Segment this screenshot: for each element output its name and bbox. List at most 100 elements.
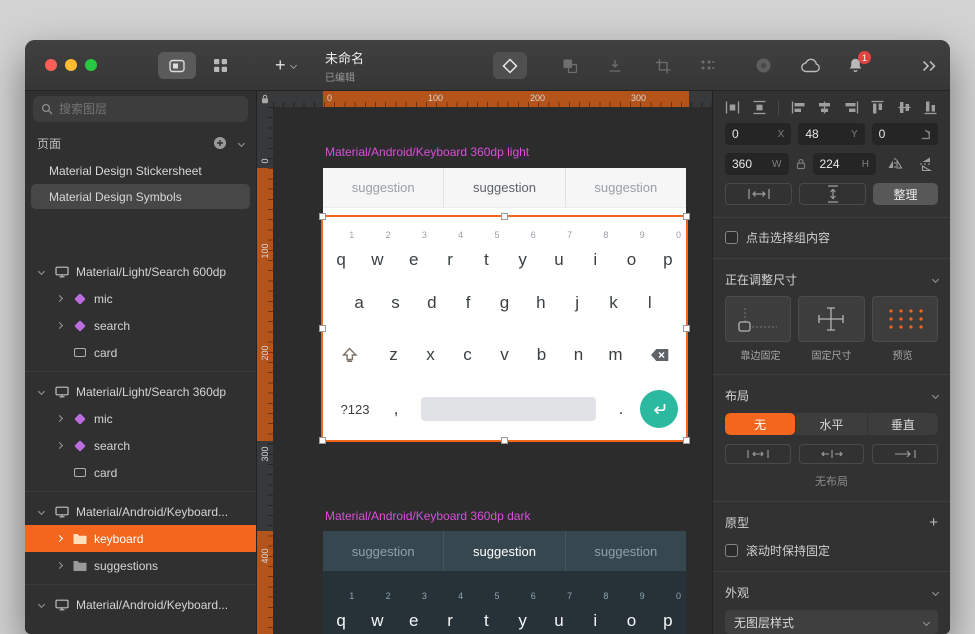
chevron-right-icon[interactable] xyxy=(55,415,62,422)
arrange-button[interactable]: 整理 xyxy=(873,183,938,205)
flip-horizontal-button[interactable] xyxy=(883,153,907,175)
resize-handle-n[interactable] xyxy=(501,213,508,220)
width-input[interactable]: 360W xyxy=(725,153,789,175)
resize-handle-se[interactable] xyxy=(683,437,690,444)
layer-row-artboard[interactable]: Material/Light/Search 360dp xyxy=(25,378,256,405)
chevron-down-icon[interactable] xyxy=(37,601,44,608)
pages-collapse-icon[interactable] xyxy=(238,139,245,146)
resize-handle-ne[interactable] xyxy=(683,213,690,220)
zoom-button[interactable] xyxy=(85,59,97,71)
layout-mode-vertical[interactable]: 垂直 xyxy=(867,413,938,435)
chevron-right-icon[interactable] xyxy=(55,295,62,302)
chevron-right-icon[interactable] xyxy=(55,535,62,542)
canvas-view-button[interactable] xyxy=(158,52,196,79)
spacing-outer-button[interactable] xyxy=(799,444,865,464)
layer-search[interactable] xyxy=(33,96,248,122)
search-input[interactable] xyxy=(59,102,240,116)
folder-icon xyxy=(73,533,87,544)
spacing-edge-button[interactable] xyxy=(872,444,938,464)
selection-rect[interactable] xyxy=(321,215,688,442)
layer-row-artboard[interactable]: Material/Android/Keyboard... xyxy=(25,498,256,525)
notifications-button[interactable]: 1 xyxy=(847,40,864,91)
chevron-down-icon[interactable] xyxy=(37,508,44,515)
insert-button[interactable]: + xyxy=(275,40,296,91)
resize-handle-sw[interactable] xyxy=(319,437,326,444)
page-item-selected[interactable]: Material Design Symbols xyxy=(31,184,250,209)
cloud-sync-button[interactable] xyxy=(801,40,821,91)
toolbar-overflow-button[interactable] xyxy=(921,40,937,91)
fix-on-scroll-option[interactable]: 滚动时保持固定 xyxy=(725,542,938,559)
chevron-down-icon[interactable] xyxy=(932,276,939,283)
ruler-corner[interactable] xyxy=(257,91,273,107)
tidy-button[interactable] xyxy=(699,40,715,91)
layer-row-shape[interactable]: card xyxy=(25,459,256,486)
page-item[interactable]: Material Design Stickersheet xyxy=(31,158,250,183)
flip-vertical-button[interactable] xyxy=(914,153,938,175)
pin-to-edge-tile[interactable] xyxy=(725,296,791,342)
ruler-horizontal[interactable]: 0 100 200 300 xyxy=(273,91,712,107)
resize-handle-nw[interactable] xyxy=(319,213,326,220)
chevron-right-icon[interactable] xyxy=(55,322,62,329)
layer-row-folder[interactable]: suggestions xyxy=(25,552,256,579)
x-input[interactable]: 0X xyxy=(725,123,791,145)
align-top-icon[interactable] xyxy=(870,100,885,115)
ruler-vertical[interactable]: 0 100 200 300 400 xyxy=(257,107,273,634)
layer-row-folder-selected[interactable]: keyboard xyxy=(25,525,256,552)
chevron-right-icon[interactable] xyxy=(55,442,62,449)
align-left-icon[interactable] xyxy=(791,100,806,115)
checkbox-unchecked[interactable] xyxy=(725,544,738,557)
chevron-right-icon[interactable] xyxy=(55,562,62,569)
resize-handle-e[interactable] xyxy=(683,325,690,332)
close-button[interactable] xyxy=(45,59,57,71)
union-button[interactable] xyxy=(562,40,578,91)
canvas[interactable]: Material/Android/Keyboard 360dp light su… xyxy=(257,91,712,634)
align-bottom-icon[interactable] xyxy=(923,100,938,115)
canvas-body[interactable]: Material/Android/Keyboard 360dp light su… xyxy=(257,91,712,634)
chevron-down-icon[interactable] xyxy=(37,268,44,275)
align-middle-vertical-icon[interactable] xyxy=(897,100,912,115)
layer-row-shape[interactable]: card xyxy=(25,339,256,366)
add-page-icon[interactable] xyxy=(213,136,227,150)
section-divider xyxy=(713,571,950,572)
resize-height-button[interactable] xyxy=(799,183,866,205)
minimize-button[interactable] xyxy=(65,59,77,71)
align-center-horizontal-icon[interactable] xyxy=(817,100,832,115)
add-interaction-icon[interactable]: + xyxy=(929,515,938,530)
layer-row-symbol[interactable]: search xyxy=(25,312,256,339)
resize-handle-s[interactable] xyxy=(501,437,508,444)
layer-row-symbol[interactable]: mic xyxy=(25,405,256,432)
layer-row-artboard[interactable]: Material/Android/Keyboard... xyxy=(25,591,256,618)
resize-width-button[interactable] xyxy=(725,183,792,205)
layer-style-dropdown[interactable]: 无图层样式 xyxy=(725,610,938,634)
layer-row-symbol[interactable]: search xyxy=(25,432,256,459)
checkbox-unchecked[interactable] xyxy=(725,231,738,244)
align-right-icon[interactable] xyxy=(844,100,859,115)
y-input[interactable]: 48Y xyxy=(798,123,864,145)
lock-ratio-icon[interactable] xyxy=(796,158,806,170)
chevron-down-icon[interactable] xyxy=(932,392,939,399)
option-label: 靠边固定 xyxy=(725,347,796,362)
chevron-down-icon[interactable] xyxy=(932,589,939,596)
layer-row-artboard[interactable]: Material/Light/Search 600dp xyxy=(25,258,256,285)
select-group-content-option[interactable]: 点击选择组内容 xyxy=(725,229,938,246)
fixed-size-tile[interactable] xyxy=(798,296,864,342)
flatten-button[interactable] xyxy=(607,40,623,91)
artboard-label-light[interactable]: Material/Android/Keyboard 360dp light xyxy=(325,145,529,159)
height-input[interactable]: 224H xyxy=(813,153,877,175)
layout-mode-horizontal[interactable]: 水平 xyxy=(795,413,866,435)
chevron-down-icon[interactable] xyxy=(37,388,44,395)
artboard-label-dark[interactable]: Material/Android/Keyboard 360dp dark xyxy=(325,509,530,523)
layer-row-symbol[interactable]: mic xyxy=(25,285,256,312)
ruler-number: 400 xyxy=(260,548,270,564)
slice-button[interactable] xyxy=(655,40,671,91)
artboard-dark[interactable]: suggestion suggestion suggestion 1q 2w 3… xyxy=(323,531,686,634)
components-view-button[interactable] xyxy=(201,52,239,79)
create-symbol-button[interactable] xyxy=(493,40,527,91)
rotation-input[interactable]: 0 xyxy=(872,123,938,145)
layout-mode-none[interactable]: 无 xyxy=(725,413,795,435)
distribute-vertical-icon[interactable] xyxy=(752,100,767,115)
spacing-inner-button[interactable] xyxy=(725,444,791,464)
preview-button[interactable] xyxy=(755,40,772,91)
distribute-horizontal-icon[interactable] xyxy=(725,100,740,115)
resize-handle-w[interactable] xyxy=(319,325,326,332)
